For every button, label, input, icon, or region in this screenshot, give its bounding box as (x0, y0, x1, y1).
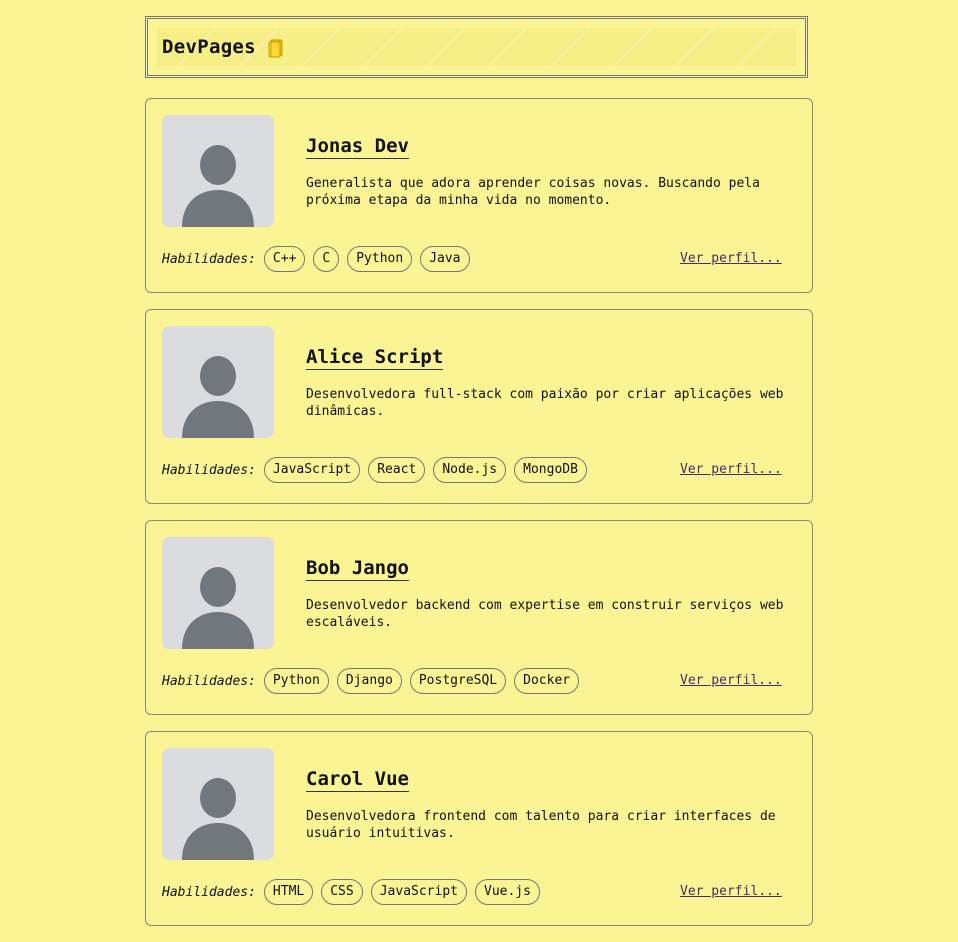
developer-description: Generalista que adora aprender coisas no… (306, 176, 760, 208)
skills-row: Habilidades: C++ C Python Java (162, 246, 478, 272)
skills-row: Habilidades: HTML CSS JavaScript Vue.js (162, 879, 548, 905)
user-silhouette-icon (182, 145, 254, 227)
developer-card: Carol Vue Desenvolvedora frontend com ta… (145, 731, 813, 926)
avatar (162, 748, 274, 860)
skill-chip: Node.js (433, 457, 507, 483)
brand-title[interactable]: DevPages (162, 36, 256, 58)
developer-description: Desenvolvedora full-stack com paixão por… (306, 387, 784, 419)
skill-chip: PostgreSQL (409, 668, 507, 694)
developer-name[interactable]: Carol Vue (306, 768, 409, 792)
skill-chip: Vue.js (475, 879, 540, 905)
developer-card: Jonas Dev Generalista que adora aprender… (145, 98, 813, 293)
developer-description: Desenvolvedora frontend com talento para… (306, 809, 776, 841)
user-silhouette-icon (182, 778, 254, 860)
user-silhouette-icon (182, 567, 254, 649)
skills-label: Habilidades: (162, 251, 256, 267)
view-profile-link[interactable]: Ver perfil... (680, 884, 782, 899)
skill-chip: HTML (263, 879, 314, 905)
developer-name[interactable]: Jonas Dev (306, 135, 409, 159)
skill-chip: C (313, 246, 340, 272)
skills-row: Habilidades: Python Django PostgreSQL Do… (162, 668, 587, 694)
skill-chip: Django (336, 668, 402, 694)
skills-label: Habilidades: (162, 673, 256, 689)
avatar (162, 326, 274, 438)
developer-card: Bob Jango Desenvolvedor backend com expe… (145, 520, 813, 715)
view-profile-link[interactable]: Ver perfil... (680, 462, 782, 477)
skill-chip: React (368, 457, 426, 483)
skills-label: Habilidades: (162, 884, 256, 900)
skills-label: Habilidades: (162, 462, 256, 478)
view-profile-link[interactable]: Ver perfil... (680, 251, 782, 266)
developer-name[interactable]: Bob Jango (306, 557, 409, 581)
skill-chip: JavaScript (263, 457, 361, 483)
view-profile-link[interactable]: Ver perfil... (680, 673, 782, 688)
skill-chip: JavaScript (370, 879, 467, 905)
skill-chip: Python (263, 668, 329, 694)
avatar (162, 115, 274, 227)
header-banner: DevPages (157, 28, 796, 66)
developer-card: Alice Script Desenvolvedora full-stack c… (145, 309, 813, 504)
avatar (162, 537, 274, 649)
site-header: DevPages (145, 16, 808, 78)
skill-chip: Python (347, 246, 413, 272)
skill-chip: Java (420, 246, 470, 272)
user-silhouette-icon (182, 356, 254, 438)
notebook-icon (268, 39, 283, 58)
developer-name[interactable]: Alice Script (306, 346, 444, 370)
skill-chip: MongoDB (514, 457, 587, 483)
skills-row: Habilidades: JavaScript React Node.js Mo… (162, 457, 595, 483)
developer-description: Desenvolvedor backend com expertise em c… (306, 598, 784, 630)
skill-chip: C++ (263, 246, 306, 272)
skill-chip: Docker (514, 668, 580, 694)
skill-chip: CSS (321, 879, 363, 905)
